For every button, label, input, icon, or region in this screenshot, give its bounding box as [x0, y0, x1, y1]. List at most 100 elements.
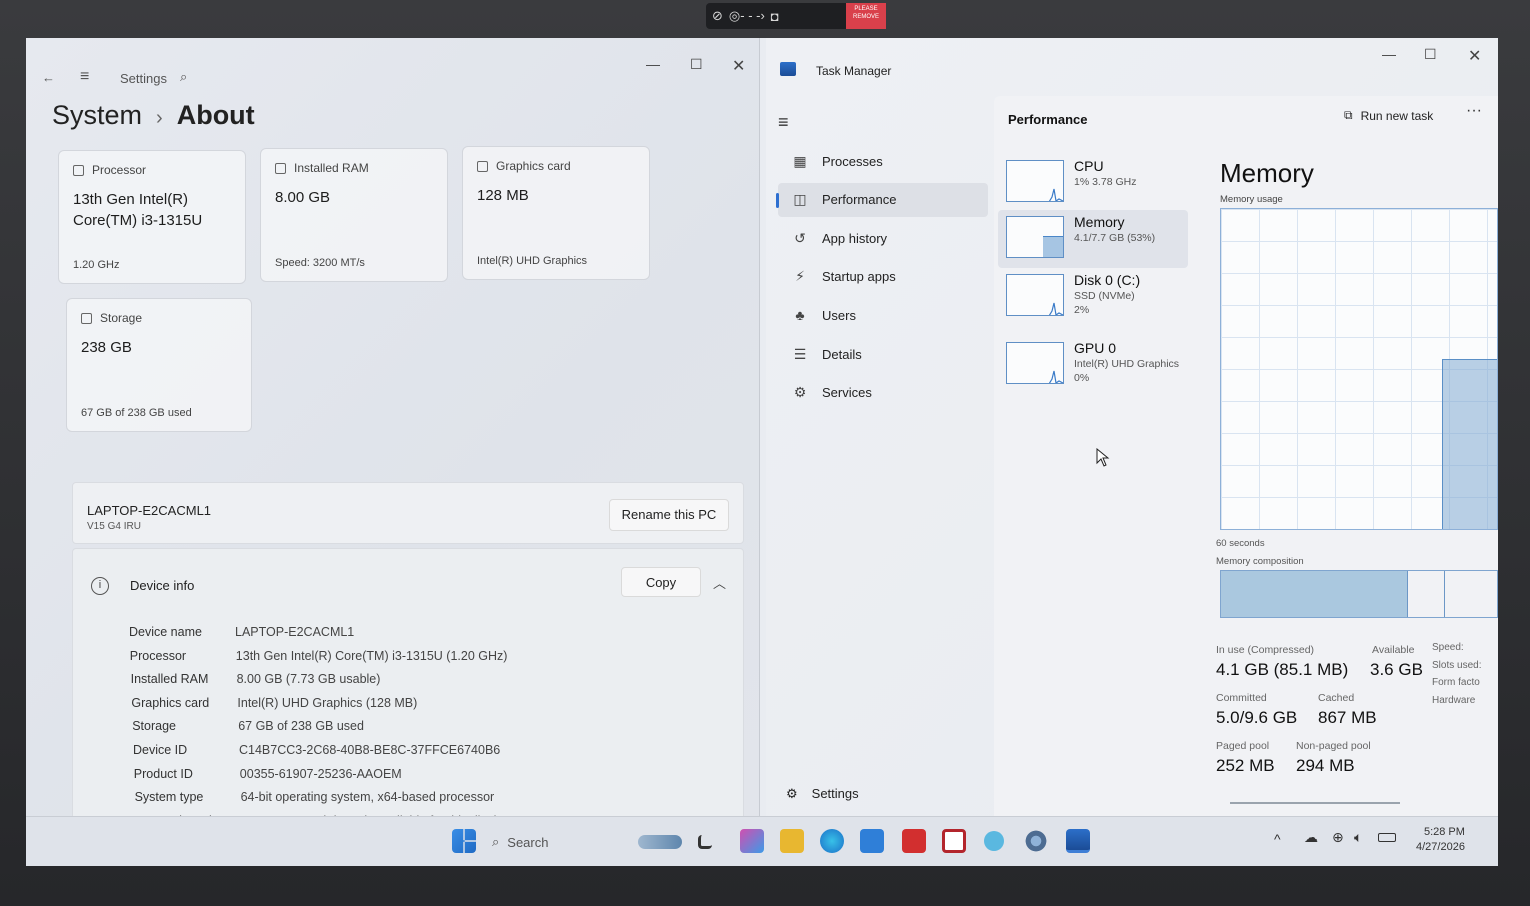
spec-value: Intel(R) UHD Graphics (128 MB) [237, 695, 418, 710]
more-options-icon[interactable]: ··· [1466, 102, 1482, 120]
nav-label: App history [822, 230, 888, 246]
composition-standby [1445, 571, 1497, 617]
mcafee-icon[interactable] [942, 829, 966, 853]
nav-item-services[interactable]: ⚙ Services [778, 376, 988, 410]
spec-row: Processor 13th Gen Intel(R) Core(TM) i3-1… [130, 649, 730, 667]
resource-detail: Intel(R) UHD Graphics [1074, 358, 1180, 370]
cached-value: 867 MB [1318, 708, 1377, 727]
spec-row: Product ID 00355-61907-25236-AAOEM [134, 767, 734, 785]
in-use-label: In use (Compressed) [1216, 644, 1315, 656]
scrollbar[interactable] [1230, 802, 1400, 804]
resource-name: GPU 0 [1074, 340, 1117, 356]
battery-icon[interactable] [1378, 833, 1396, 842]
taskbar: ⌕ Search ^ ☁ ⊕ 🔈︎ 5:28 PM 4/27/2026 [26, 816, 1498, 866]
spec-key: Installed RAM [130, 672, 209, 687]
lenovo-app-icon[interactable] [902, 829, 926, 853]
details-icon: ☰ [793, 345, 807, 362]
nav-item-processes[interactable]: ▦ Processes [778, 144, 988, 178]
clock[interactable]: 5:28 PM 4/27/2026 [1416, 825, 1465, 855]
tm-settings-label: Settings [811, 786, 859, 801]
file-explorer-icon[interactable] [780, 829, 804, 853]
breadcrumb: System › About [52, 100, 255, 131]
cloud-off-icon[interactable]: ☁ [1304, 829, 1318, 846]
gear-icon: ⚙ [786, 786, 798, 801]
nav-item-users[interactable]: ♣ Users [778, 298, 988, 332]
search-icon[interactable]: ⌕ [180, 69, 187, 85]
tm-settings-item[interactable]: ⚙ Settings [786, 786, 859, 802]
spec-row: Device ID C14B7CC3-2C68-40B8-BE8C-37FFCE6… [133, 743, 733, 761]
memory-composition-label: Memory composition [1216, 556, 1304, 567]
volume-icon[interactable]: 🔈︎ [1354, 829, 1362, 846]
copilot-app-icon[interactable] [740, 829, 764, 853]
maximize-button[interactable]: ☐ [1424, 46, 1437, 63]
breadcrumb-separator: › [156, 107, 163, 129]
composition-modified [1408, 571, 1446, 617]
memory-usage-label: Memory usage [1220, 194, 1283, 205]
nav-item-startup-apps[interactable]: ⚡ Startup apps [778, 260, 988, 294]
task-manager-taskbar-icon[interactable] [1066, 829, 1090, 853]
spec-value: C14B7CC3-2C68-40B8-BE8C-37FFCE6740B6 [239, 743, 501, 757]
resource-detail: 1% 3.78 GHz [1074, 176, 1137, 188]
rename-pc-button[interactable]: Rename this PC [609, 499, 729, 531]
paged-pool-value: 252 MB [1216, 756, 1275, 775]
card-value: 8.00 GB [275, 189, 331, 206]
search-icon: ⌕ [492, 834, 500, 849]
resource-memory[interactable]: Memory 4.1/7.7 GB (53%) [998, 210, 1188, 268]
copy-button[interactable]: Copy [621, 567, 701, 597]
mouse-cursor-icon [1096, 448, 1110, 467]
minimize-button[interactable]: — [1382, 46, 1396, 62]
back-arrow-icon[interactable]: ← [42, 70, 55, 85]
thumbnail-spike [1048, 302, 1063, 315]
memory-usage-fill [1441, 359, 1497, 529]
resource-gpu[interactable]: GPU 0 Intel(R) UHD Graphics 0% [998, 336, 1188, 394]
hamburger-menu-icon[interactable]: ≡ [778, 112, 789, 133]
close-button[interactable]: ✕ [1468, 46, 1481, 66]
resource-thumbnail [1006, 216, 1064, 258]
nav-label: Startup apps [822, 269, 896, 285]
hamburger-menu-icon[interactable]: ≡ [80, 68, 89, 86]
available-value: 3.6 GB [1370, 660, 1423, 679]
storage-card: Storage 238 GB 67 GB of 238 GB used [66, 298, 252, 432]
resource-disk[interactable]: Disk 0 (C:) SSD (NVMe) 2% [998, 268, 1188, 326]
store-icon[interactable] [860, 829, 884, 853]
close-button[interactable]: ✕ [732, 56, 745, 76]
settings-gear-icon[interactable] [1024, 829, 1048, 853]
cached-label: Cached [1318, 692, 1355, 704]
spec-key: Device ID [133, 743, 188, 757]
taskbar-search[interactable]: ⌕ Search [492, 834, 548, 850]
time-span-label: 60 seconds [1216, 538, 1265, 549]
widgets-icon[interactable] [638, 835, 682, 849]
nav-item-app-history[interactable]: ↺ App history [778, 221, 988, 255]
webcam-cover: ⊘ ◎- - -› ◘ PLEASE REMOVE [706, 3, 886, 29]
services-icon: ⚙ [793, 384, 807, 401]
nav-item-details[interactable]: ☰ Details [778, 337, 988, 371]
spec-row: Device name LAPTOP-E2CACML1 [129, 625, 729, 643]
task-manager-title: Task Manager [816, 64, 892, 78]
resource-detail: 4.1/7.7 GB (53%) [1074, 232, 1156, 244]
chevron-up-icon[interactable]: ^ [1274, 831, 1281, 847]
minimize-button[interactable]: — [646, 56, 660, 72]
card-sub: Intel(R) UHD Graphics [477, 255, 588, 267]
card-value: 13th Gen Intel(R) Core(TM) i3-1315U [73, 191, 203, 229]
card-label: Graphics card [496, 159, 571, 173]
globe-icon[interactable]: ⊕ [1332, 829, 1344, 846]
start-button-windows-icon[interactable] [452, 829, 476, 853]
resource-cpu[interactable]: CPU 1% 3.78 GHz [998, 154, 1188, 212]
nav-item-performance[interactable]: ◫ Performance [776, 182, 988, 217]
breadcrumb-parent[interactable]: System [52, 100, 142, 130]
chevron-up-icon[interactable]: ︿ [713, 573, 726, 592]
gpu-card: Graphics card 128 MB Intel(R) UHD Graphi… [462, 146, 650, 280]
side-stat-label: Hardware [1432, 694, 1476, 706]
spec-value: 8.00 GB (7.73 GB usable) [236, 672, 381, 687]
memory-composition-bar [1220, 570, 1498, 618]
resource-thumbnail [1006, 274, 1064, 316]
run-new-task-button[interactable]: ⧉ Run new task [1344, 108, 1433, 123]
task-view-icon[interactable] [698, 835, 712, 849]
edge-browser-icon[interactable] [820, 829, 844, 853]
page-title: About [176, 100, 255, 130]
paged-pool-label: Paged pool [1216, 740, 1270, 752]
device-info-header: Device info [130, 578, 195, 593]
app-circle-icon[interactable] [984, 831, 1004, 851]
resource-name: CPU [1074, 158, 1104, 174]
maximize-button[interactable]: ☐ [690, 56, 703, 73]
